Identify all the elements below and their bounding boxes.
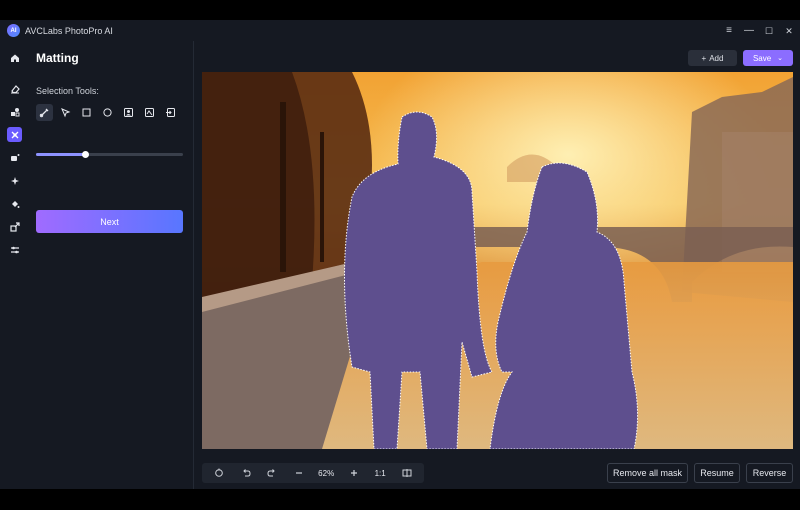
reset-button[interactable] bbox=[212, 466, 226, 480]
maximize-icon[interactable]: ☐ bbox=[764, 26, 774, 36]
brush-size-slider[interactable] bbox=[36, 151, 183, 158]
portrait-tool-button[interactable] bbox=[120, 104, 137, 121]
zoom-in-button[interactable] bbox=[347, 466, 361, 480]
redo-button[interactable] bbox=[265, 466, 279, 480]
rectangle-tool-icon bbox=[82, 108, 91, 117]
fill-icon bbox=[11, 200, 19, 208]
brush-tool-icon bbox=[39, 108, 49, 118]
brush-tool-button[interactable] bbox=[36, 104, 53, 121]
app-window: AI AVCLabs PhotoPro AI ≡ — ☐ ✕ Matting S… bbox=[0, 20, 800, 489]
actual-size-button[interactable]: 1:1 bbox=[373, 466, 387, 480]
photo-preview bbox=[202, 72, 793, 449]
adjust-icon bbox=[10, 246, 19, 253]
rail-eraser-button[interactable] bbox=[7, 81, 22, 96]
zoom-out-button[interactable] bbox=[292, 466, 306, 480]
undo-button[interactable] bbox=[239, 466, 253, 480]
undo-icon bbox=[243, 469, 251, 477]
rail-adjust-button[interactable] bbox=[7, 242, 22, 257]
compare-icon bbox=[402, 469, 412, 477]
zoom-level: 62% bbox=[318, 468, 335, 478]
reset-icon bbox=[215, 468, 224, 477]
menu-icon[interactable]: ≡ bbox=[724, 25, 734, 36]
rectangle-tool-button[interactable] bbox=[78, 104, 95, 121]
home-icon bbox=[10, 54, 19, 62]
save-button[interactable]: Save ⌄ bbox=[743, 50, 793, 66]
redo-icon bbox=[267, 469, 275, 477]
image-canvas[interactable] bbox=[202, 72, 793, 449]
app-logo-icon: AI bbox=[7, 24, 20, 37]
plus-icon: + bbox=[701, 53, 707, 63]
rail-fill-button[interactable] bbox=[7, 196, 22, 211]
plus-icon bbox=[350, 470, 357, 476]
rail-enhance-button[interactable] bbox=[7, 150, 22, 165]
rail-shapes-button[interactable] bbox=[7, 104, 22, 119]
enhance-icon bbox=[10, 153, 19, 161]
title-bar: AI AVCLabs PhotoPro AI ≡ — ☐ ✕ bbox=[0, 20, 800, 41]
remove-all-mask-button[interactable]: Remove all mask bbox=[607, 463, 688, 483]
rail-crop-button[interactable] bbox=[7, 219, 22, 234]
slider-thumb[interactable] bbox=[81, 151, 89, 158]
eraser-icon bbox=[10, 84, 20, 93]
rail-matting-button[interactable] bbox=[7, 127, 22, 142]
add-label: Add bbox=[709, 53, 724, 63]
resume-button[interactable]: Resume bbox=[694, 463, 740, 483]
close-icon[interactable]: ✕ bbox=[784, 26, 794, 36]
import-tool-icon bbox=[166, 108, 175, 117]
sparkle-icon bbox=[10, 176, 19, 185]
pointer-tool-icon bbox=[61, 108, 71, 118]
object-tool-icon bbox=[145, 108, 154, 117]
left-rail bbox=[0, 41, 28, 489]
import-tool-button[interactable] bbox=[162, 104, 179, 121]
add-button[interactable]: + Add bbox=[688, 50, 737, 66]
ellipse-tool-button[interactable] bbox=[99, 104, 116, 121]
portrait-tool-icon bbox=[124, 108, 133, 117]
object-tool-button[interactable] bbox=[141, 104, 158, 121]
chevron-down-icon: ⌄ bbox=[777, 55, 784, 62]
reverse-button[interactable]: Reverse bbox=[746, 463, 793, 483]
selection-tools bbox=[36, 104, 179, 121]
minus-icon bbox=[295, 472, 302, 474]
next-button[interactable]: Next bbox=[36, 210, 183, 233]
rail-home-button[interactable] bbox=[7, 50, 22, 65]
rail-sparkle-button[interactable] bbox=[7, 173, 22, 188]
panel-title: Matting bbox=[36, 51, 79, 65]
slider-fill bbox=[36, 153, 85, 156]
compare-button[interactable] bbox=[400, 466, 414, 480]
canvas-toolbar: 62% 1:1 bbox=[202, 463, 424, 483]
matting-panel: Matting Selection Tools: Next bbox=[28, 41, 194, 489]
pointer-tool-button[interactable] bbox=[57, 104, 74, 121]
save-label: Save bbox=[752, 53, 772, 63]
minimize-icon[interactable]: — bbox=[744, 25, 754, 36]
crop-icon bbox=[9, 221, 20, 232]
app-title: AVCLabs PhotoPro AI bbox=[25, 25, 113, 36]
ellipse-tool-icon bbox=[103, 108, 112, 117]
window-controls: ≡ — ☐ ✕ bbox=[724, 20, 794, 41]
selection-tools-label: Selection Tools: bbox=[36, 86, 99, 96]
shapes-icon bbox=[10, 107, 19, 116]
matting-icon bbox=[11, 131, 18, 138]
